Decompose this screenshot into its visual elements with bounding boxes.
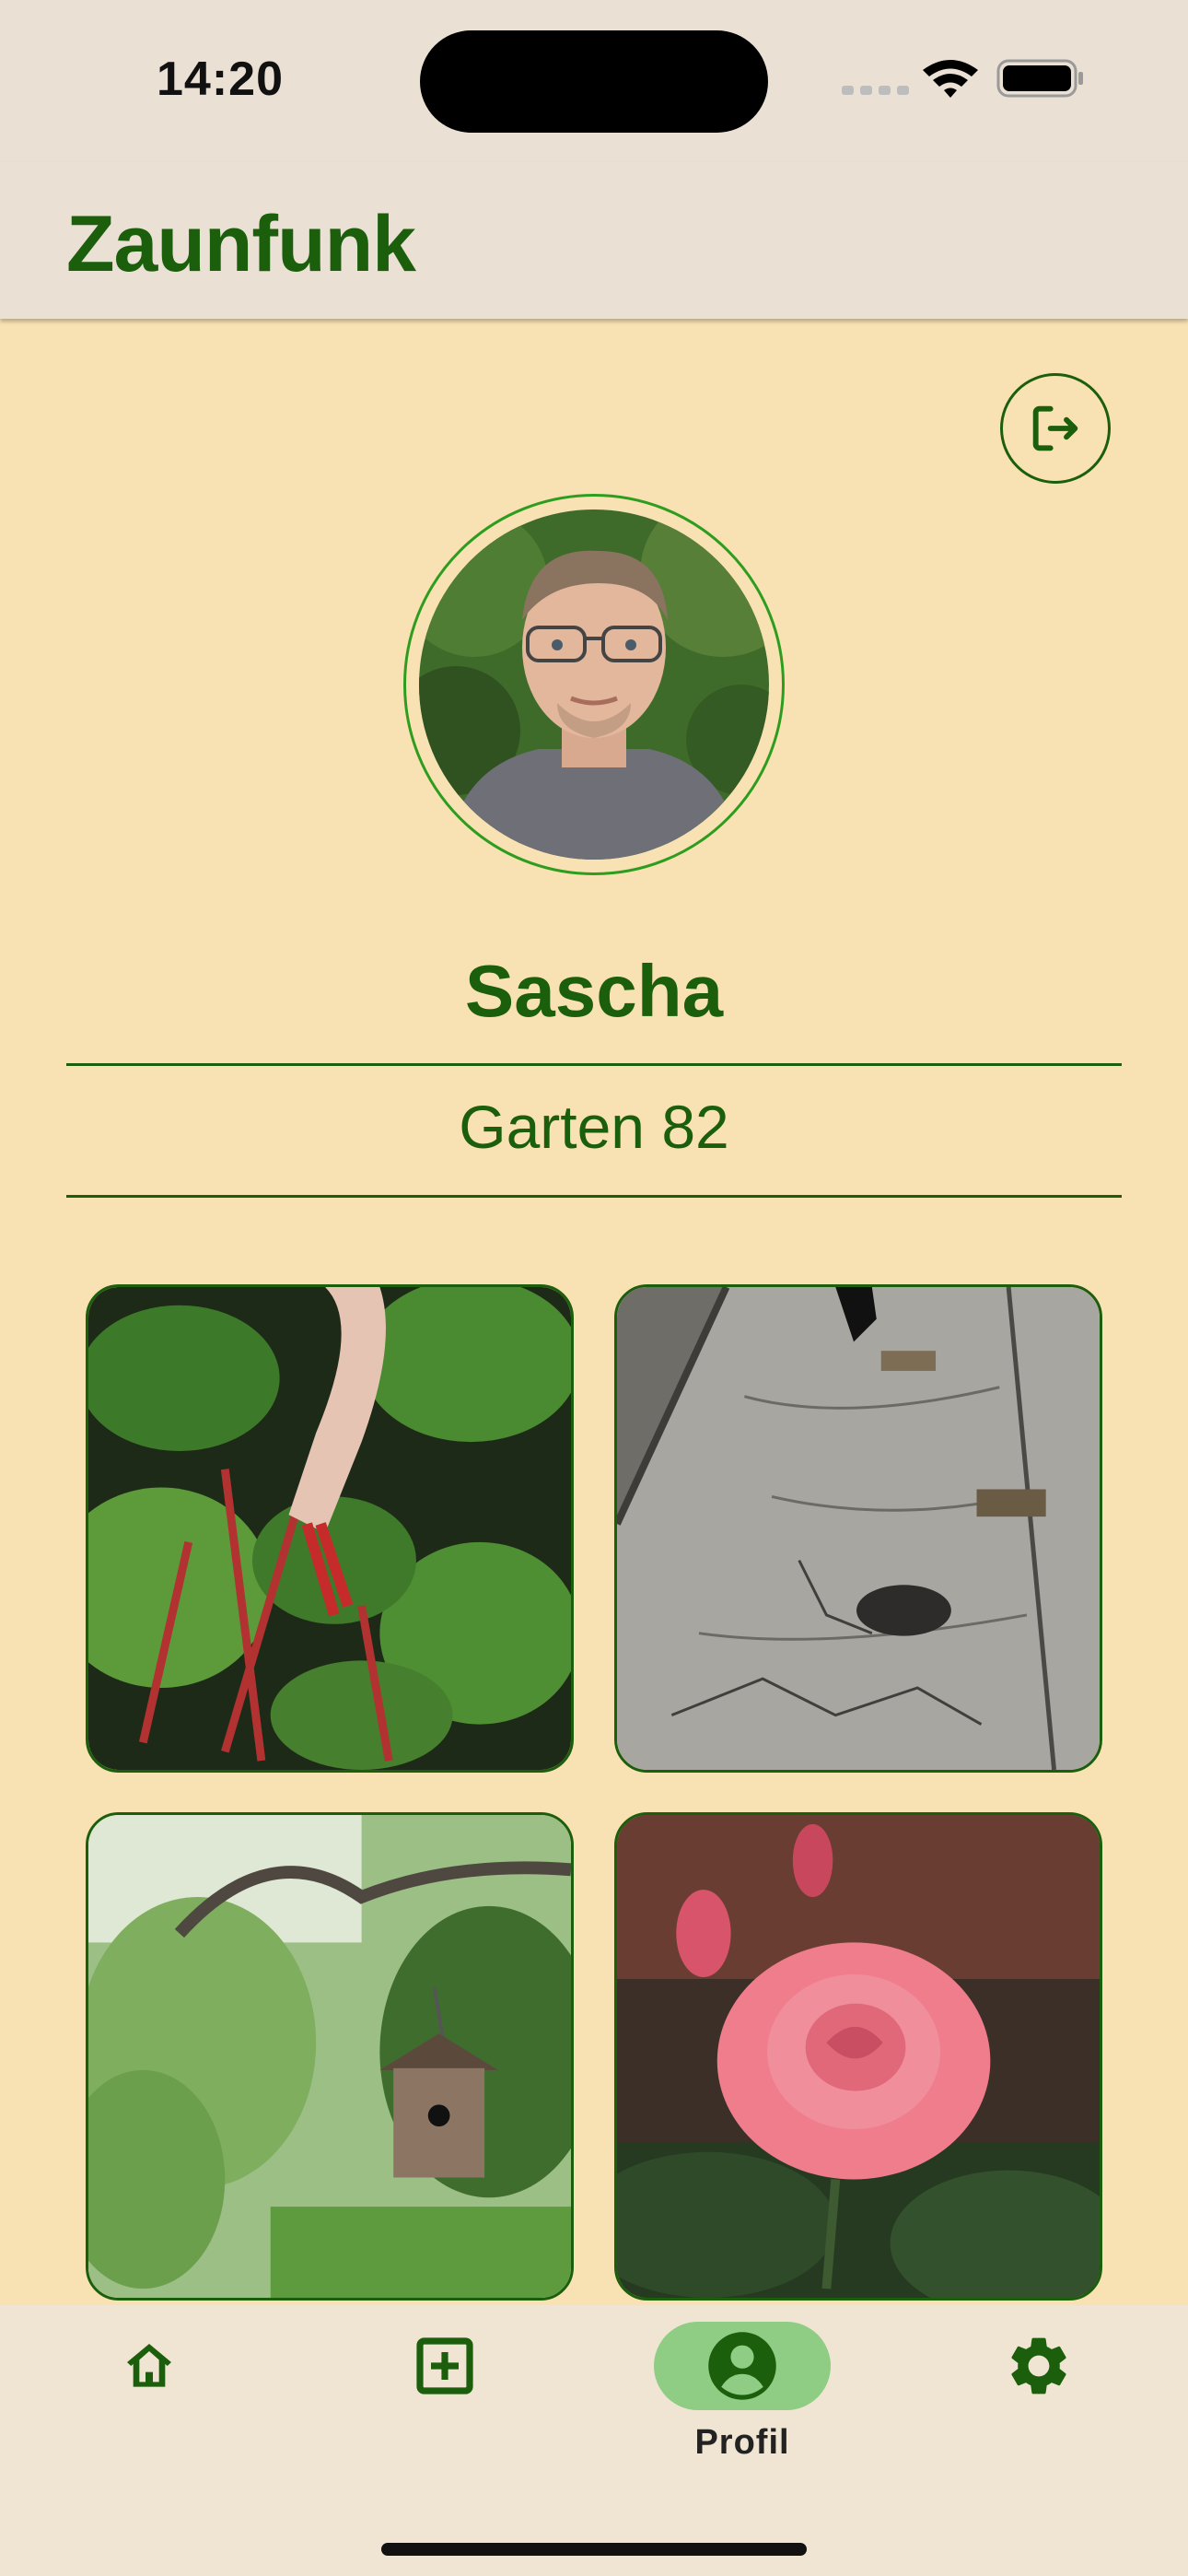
nav-item-add[interactable] [353,2322,537,2488]
home-icon [127,2344,171,2387]
app-title: Zaunfunk [66,200,416,288]
photo-tile[interactable] [86,1284,574,1773]
nav-item-settings[interactable] [947,2322,1131,2488]
nav-item-profile[interactable]: Profil [650,2322,834,2488]
photo-tile[interactable] [614,1812,1102,2301]
add-box-icon [416,2337,473,2395]
dynamic-island [420,30,768,133]
nav-label-profil: Profil [694,2423,790,2462]
battery-icon [996,59,1083,98]
gear-icon [1011,2337,1066,2395]
logout-button[interactable] [1000,373,1111,484]
photo-tile[interactable] [86,1812,574,2301]
divider [66,1195,1122,1198]
bottom-nav: Profil [0,2305,1188,2576]
app-bar: Zaunfunk [0,162,1188,319]
cracked-pavement-photo [617,1287,1100,1770]
wifi-icon [923,60,978,98]
avatar-photo [419,509,769,860]
garden-label: Garten 82 [459,1093,729,1161]
home-indicator[interactable] [381,2543,807,2556]
nav-pill-active [654,2322,831,2410]
logout-icon [1032,405,1078,451]
cellular-signal-icon [842,86,909,95]
birdhouse-in-tree-photo [88,1815,571,2298]
nav-pill [356,2322,533,2410]
profile-name: Sascha [464,950,724,1032]
avatar-ring [403,494,785,875]
pink-rose-photo [617,1815,1100,2298]
avatar[interactable] [419,509,769,860]
nav-pill [61,2322,238,2410]
nav-item-home[interactable] [57,2322,241,2488]
status-bar: 14:20 [0,0,1188,162]
divider [66,1063,1122,1066]
rhubarb-harvest-photo [88,1287,571,1770]
status-icons [840,55,1089,101]
nav-pill [950,2322,1127,2410]
photo-tile[interactable] [614,1284,1102,1773]
status-time: 14:20 [157,53,284,106]
account-circle-icon [708,2332,776,2400]
